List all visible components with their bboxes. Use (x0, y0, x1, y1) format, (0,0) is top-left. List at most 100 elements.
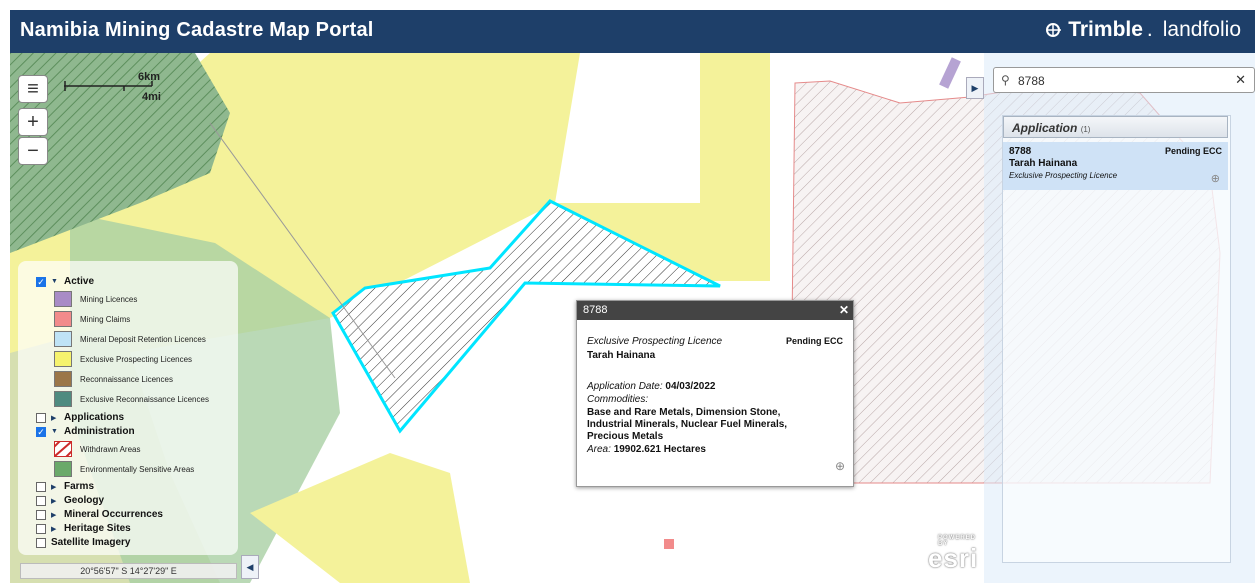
esri-powered-by: POWERED BY (938, 535, 977, 547)
legend-panel: ✓ ▼ Active Mining Licences Mining Claims… (18, 261, 238, 555)
legend-group-heritage[interactable]: ▶ Heritage Sites (36, 522, 131, 535)
legend-item-label: Exclusive Reconnaissance Licences (80, 395, 209, 404)
results-header-label: Application (1012, 121, 1078, 135)
popup-commodities-3: Precious Metals (587, 431, 664, 442)
popup-area: 19902.621 Hectares (613, 444, 706, 455)
clear-search-button[interactable]: ✕ (1235, 72, 1246, 88)
chevron-right-icon: ▶ (971, 83, 979, 93)
popup-holder: Tarah Hainana (587, 350, 656, 361)
menu-icon: ≡ (27, 77, 39, 100)
mdrl-swatch (54, 331, 72, 347)
farms-checkbox[interactable] (36, 481, 46, 492)
popup-status: Pending ECC (785, 336, 843, 346)
chevron-right-icon[interactable]: ▶ (51, 414, 59, 422)
popup-commodities-label: Commodities: (587, 394, 649, 405)
legend-applications-label: Applications (64, 412, 125, 423)
chevron-right-icon[interactable]: ▶ (51, 497, 59, 505)
search-value: 8788 (1018, 74, 1045, 88)
chevron-right-icon[interactable]: ▶ (51, 483, 59, 491)
legend-group-active[interactable]: ✓ ▼ Active (36, 275, 94, 288)
legend-active-label: Active (64, 276, 95, 287)
brand-logo: Trimble. landfolio (1044, 18, 1241, 42)
heritage-checkbox[interactable] (36, 523, 46, 534)
list-item[interactable]: 8788 Pending ECC Tarah Hainana Exclusive… (1003, 142, 1228, 190)
legend-item-label: Mining Claims (80, 315, 131, 324)
zoom-to-icon[interactable]: ⊕ (1211, 172, 1220, 185)
administration-checkbox[interactable]: ✓ (36, 426, 46, 437)
zoom-in-button[interactable]: + (18, 108, 48, 136)
legend-farms-label: Farms (64, 481, 95, 492)
coordinates-readout: 20°56'57" S 14°27'29" E (20, 563, 237, 579)
legend-item-label: Exclusive Prospecting Licences (80, 355, 193, 364)
popup-header: 8788 ✕ (577, 301, 853, 320)
zoom-to-icon[interactable]: ⊕ (835, 459, 845, 473)
mining-licences-swatch (54, 291, 72, 307)
popup-licence-type: Exclusive Prospecting Licence (587, 336, 723, 347)
popup-area-row: Area: 19902.621 Hectares (587, 444, 706, 455)
popup-app-date-row: Application Date: 04/03/2022 (587, 381, 715, 392)
scale-mi-label: 4mi (142, 91, 161, 103)
geology-checkbox[interactable] (36, 495, 46, 506)
erl-swatch (54, 391, 72, 407)
satellite-checkbox[interactable] (36, 537, 46, 548)
withdrawn-areas-swatch (50, 439, 76, 459)
chevron-down-icon[interactable]: ▼ (51, 278, 59, 285)
applications-checkbox[interactable] (36, 412, 46, 423)
chevron-right-icon[interactable]: ▶ (51, 511, 59, 519)
zoom-out-button[interactable]: − (18, 137, 48, 165)
result-number: 8788 (1009, 146, 1032, 157)
trimble-logo-icon (1046, 23, 1062, 37)
mining-claim-marker[interactable] (664, 539, 674, 549)
popup-commodities-2: Industrial Minerals, Nuclear Fuel Minera… (587, 419, 788, 430)
legend-group-applications[interactable]: ▶ Applications (36, 411, 124, 424)
results-count: (1) (1080, 125, 1091, 134)
legend-group-farms[interactable]: ▶ Farms (36, 480, 94, 493)
toggle-results-button[interactable]: ▶ (966, 77, 984, 99)
results-header[interactable]: Application (1) (1003, 116, 1228, 138)
minus-icon: − (27, 139, 39, 162)
popup-app-date-label: Application Date: (587, 381, 663, 392)
result-holder: Tarah Hainana (1009, 158, 1078, 169)
legend-item-label: Environmentally Sensitive Areas (80, 465, 195, 474)
result-type: Exclusive Prospecting Licence (1009, 171, 1118, 180)
search-icon: ⚲ (1001, 73, 1010, 87)
esri-wordmark: esri (928, 543, 979, 573)
legend-item-label: Mineral Deposit Retention Licences (80, 335, 206, 344)
mining-licence-sliver (939, 57, 961, 89)
page-title: Namibia Mining Cadastre Map Portal (20, 19, 374, 41)
brand-name: Trimble (1068, 18, 1143, 41)
map-canvas[interactable]: ≡ + − 6km 4mi ✓ ▼ Active Mining Licences… (10, 53, 1255, 583)
legend-group-geology[interactable]: ▶ Geology (36, 494, 104, 507)
legend-group-satellite[interactable]: Satellite Imagery (36, 536, 130, 549)
legend-group-administration[interactable]: ✓ ▼ Administration (36, 425, 135, 438)
results-list: Application (1) 8788 Pending ECC Tarah H… (1002, 115, 1231, 563)
plus-icon: + (27, 110, 39, 133)
collapse-legend-button[interactable]: ◀ (241, 555, 259, 579)
legend-group-mineral[interactable]: ▶ Mineral Occurrences (36, 508, 163, 521)
legend-mineral-label: Mineral Occurrences (64, 509, 163, 520)
app-header: Namibia Mining Cadastre Map Portal Trimb… (10, 10, 1255, 53)
popup-commodities-1: Base and Rare Metals, Dimension Stone, (587, 407, 781, 418)
legend-item-label: Withdrawn Areas (80, 445, 141, 454)
legend-item-label: Mining Licences (80, 295, 138, 304)
brand-dot: . (1146, 18, 1153, 41)
menu-button[interactable]: ≡ (18, 75, 48, 103)
popup-app-date: 04/03/2022 (665, 381, 716, 392)
chevron-down-icon[interactable]: ▼ (51, 428, 59, 435)
env-sensitive-swatch (54, 461, 72, 477)
brand-product: landfolio (1162, 18, 1241, 41)
mineral-checkbox[interactable] (36, 509, 46, 520)
legend-geology-label: Geology (64, 495, 105, 506)
legend-administration-label: Administration (64, 426, 135, 437)
popup-close-button[interactable]: ✕ (839, 301, 849, 320)
legend-item-label: Reconnaissance Licences (80, 375, 173, 384)
chevron-right-icon[interactable]: ▶ (51, 525, 59, 533)
result-status: Pending ECC (1164, 146, 1222, 156)
search-input[interactable]: ⚲ 8788 ✕ (993, 67, 1255, 93)
chevron-left-icon: ◀ (246, 562, 254, 572)
active-checkbox[interactable]: ✓ (36, 276, 46, 287)
reconnaissance-swatch (54, 371, 72, 387)
legend-heritage-label: Heritage Sites (64, 523, 131, 534)
esri-logo: POWERED BY esri (928, 535, 979, 574)
legend-satellite-label: Satellite Imagery (51, 537, 131, 548)
